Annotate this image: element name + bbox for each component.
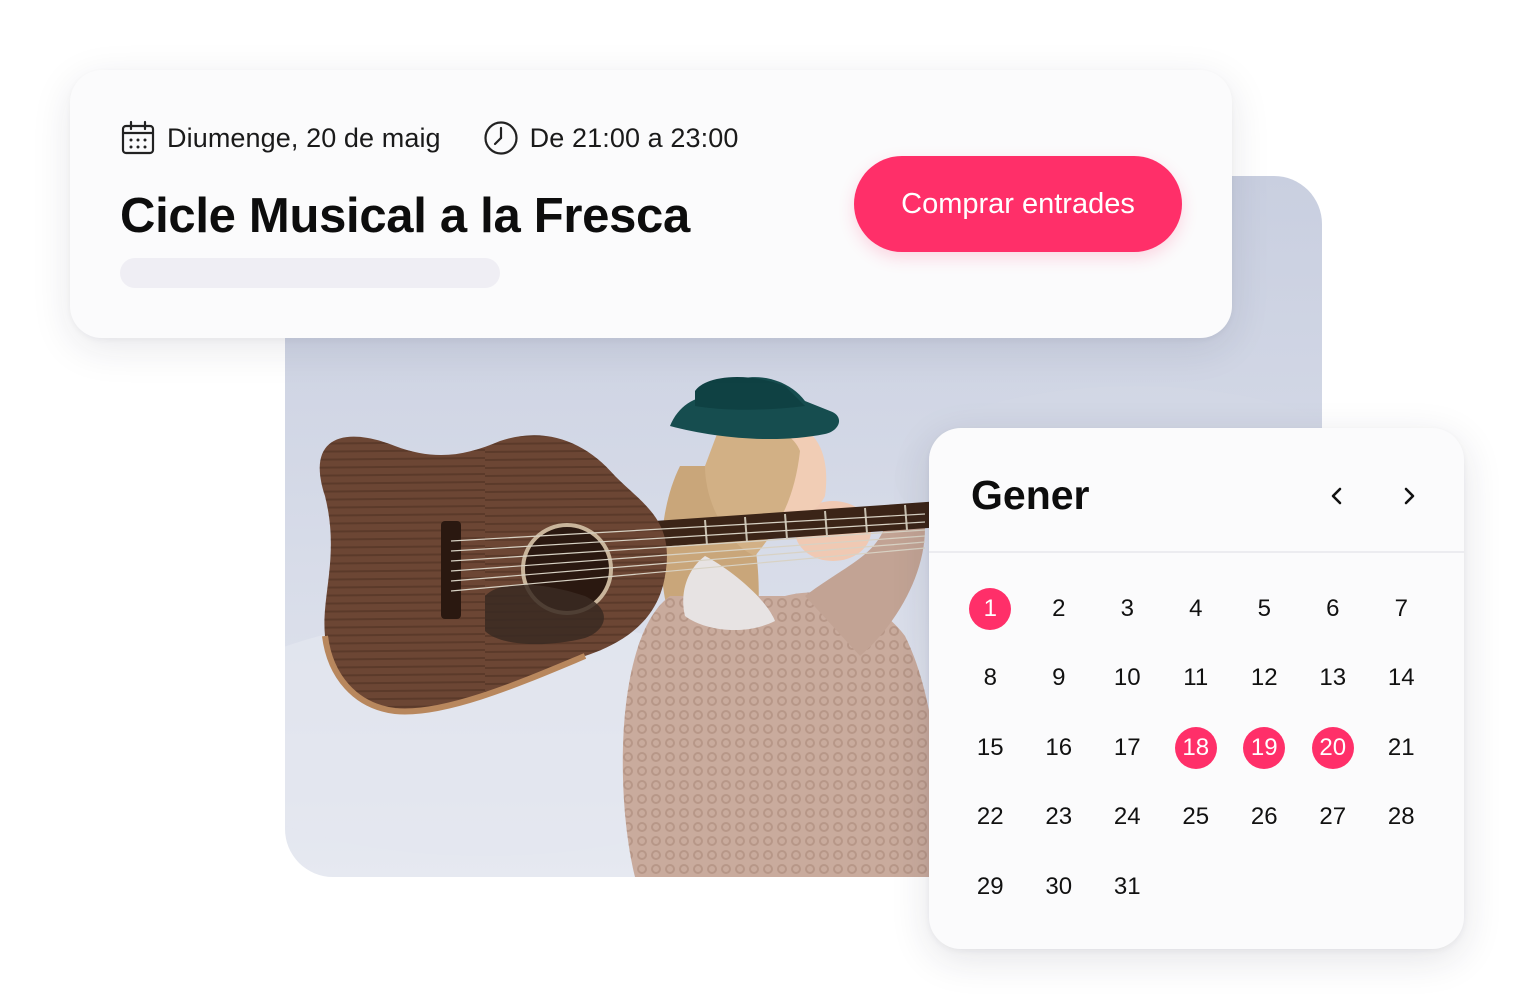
calendar-day-number: 13 [1319,664,1347,692]
buy-tickets-button[interactable]: Comprar entrades [854,156,1182,252]
calendar-day-selected[interactable]: 19 [1230,713,1299,783]
calendar-day[interactable]: 4 [1162,574,1231,644]
calendar-day-number: 5 [1257,594,1271,622]
calendar-day-number: 2 [1052,594,1066,622]
calendar-day[interactable]: 29 [956,852,1025,922]
calendar-day-number: 27 [1319,803,1347,831]
calendar-day-number: 11 [1183,664,1209,692]
calendar-day-number: 28 [1387,803,1415,831]
calendar-day-number: 22 [976,803,1004,831]
chevron-left-icon [1331,487,1342,505]
calendar-day-number: 1 [969,587,1012,630]
calendar-day[interactable]: 22 [956,783,1025,853]
calendar-day-grid: 1 2 3 4 5 6 7 8 9 10 11 12 13 14 15 16 17 18 19 20 21 22 23 24 2… [956,574,1436,922]
calendar-day-number: 10 [1113,664,1141,692]
calendar-day[interactable]: 27 [1299,783,1368,853]
calendar-day-number: 8 [983,664,997,692]
calendar-day[interactable]: 26 [1230,783,1299,853]
calendar-day-number: 9 [1052,664,1066,692]
description-placeholder [120,258,500,288]
calendar-day-selected[interactable]: 1 [956,574,1025,644]
calendar-day-number: 15 [976,733,1004,761]
calendar-day-number: 25 [1182,803,1210,831]
calendar-day-number: 14 [1387,664,1415,692]
calendar-day[interactable]: 25 [1162,783,1231,853]
event-time-text: De 21:00 a 23:00 [529,122,739,153]
calendar-day-number: 23 [1045,803,1073,831]
calendar-day-number: 29 [976,872,1004,900]
calendar-day[interactable]: 28 [1367,783,1436,853]
calendar-day[interactable]: 6 [1299,574,1368,644]
calendar-day-number: 17 [1113,733,1141,761]
calendar-day-selected[interactable]: 20 [1299,713,1368,783]
calendar-day[interactable]: 9 [1025,644,1094,714]
calendar-day-number: 16 [1045,733,1073,761]
calendar-day-selected[interactable]: 18 [1162,713,1231,783]
calendar-month-label: Gener [971,472,1090,518]
calendar-day-number: 3 [1120,594,1134,622]
calendar-day[interactable]: 17 [1093,713,1162,783]
clock-icon [484,121,518,155]
calendar-day-number: 21 [1387,733,1415,761]
calendar-day[interactable]: 2 [1025,574,1094,644]
calendar-day-number: 19 [1243,726,1286,769]
calendar-day[interactable]: 3 [1093,574,1162,644]
event-date-text: Diumenge, 20 de maig [167,122,441,153]
event-title: Cicle Musical a la Fresca [120,189,690,243]
calendar-day[interactable]: 12 [1230,644,1299,714]
calendar-day[interactable]: 31 [1093,852,1162,922]
calendar-day-number: 4 [1189,594,1203,622]
calendar-day-number: 20 [1311,726,1354,769]
calendar-day[interactable]: 10 [1093,644,1162,714]
app-stage: Diumenge, 20 de maig De 21:00 a 23:00 Ci… [0,0,1520,1000]
calendar-day-number: 26 [1250,803,1278,831]
event-meta-row: Diumenge, 20 de maig De 21:00 a 23:00 [120,118,738,158]
event-date: Diumenge, 20 de maig [120,120,441,156]
calendar-day-number: 12 [1250,664,1278,692]
calendar-day-number: 18 [1174,726,1217,769]
event-time: De 21:00 a 23:00 [483,120,739,156]
calendar-day[interactable]: 15 [956,713,1025,783]
calendar-day-number: 7 [1394,594,1408,622]
calendar-day[interactable]: 13 [1299,644,1368,714]
calendar-day[interactable]: 16 [1025,713,1094,783]
calendar-day[interactable]: 5 [1230,574,1299,644]
calendar-day[interactable]: 21 [1367,713,1436,783]
event-card: Diumenge, 20 de maig De 21:00 a 23:00 Ci… [70,70,1232,338]
calendar-day-number: 24 [1113,803,1141,831]
calendar-widget: Gener 1 2 3 4 5 6 7 8 9 10 11 12 13 14 15 16 17 18 19 20 21 2… [929,428,1464,949]
calendar-day[interactable]: 30 [1025,852,1094,922]
calendar-day[interactable]: 11 [1162,644,1231,714]
calendar-day-number: 30 [1045,872,1073,900]
calendar-day[interactable]: 24 [1093,783,1162,853]
calendar-next-button[interactable] [1391,478,1427,514]
chevron-right-icon [1404,487,1415,505]
calendar-day-number: 6 [1326,594,1340,622]
calendar-day[interactable]: 7 [1367,574,1436,644]
calendar-day[interactable]: 23 [1025,783,1094,853]
calendar-day[interactable]: 8 [956,644,1025,714]
calendar-day[interactable]: 14 [1367,644,1436,714]
calendar-day-number: 31 [1113,872,1141,900]
calendar-icon [121,120,155,155]
calendar-header: Gener [929,428,1464,553]
calendar-prev-button[interactable] [1319,478,1355,514]
